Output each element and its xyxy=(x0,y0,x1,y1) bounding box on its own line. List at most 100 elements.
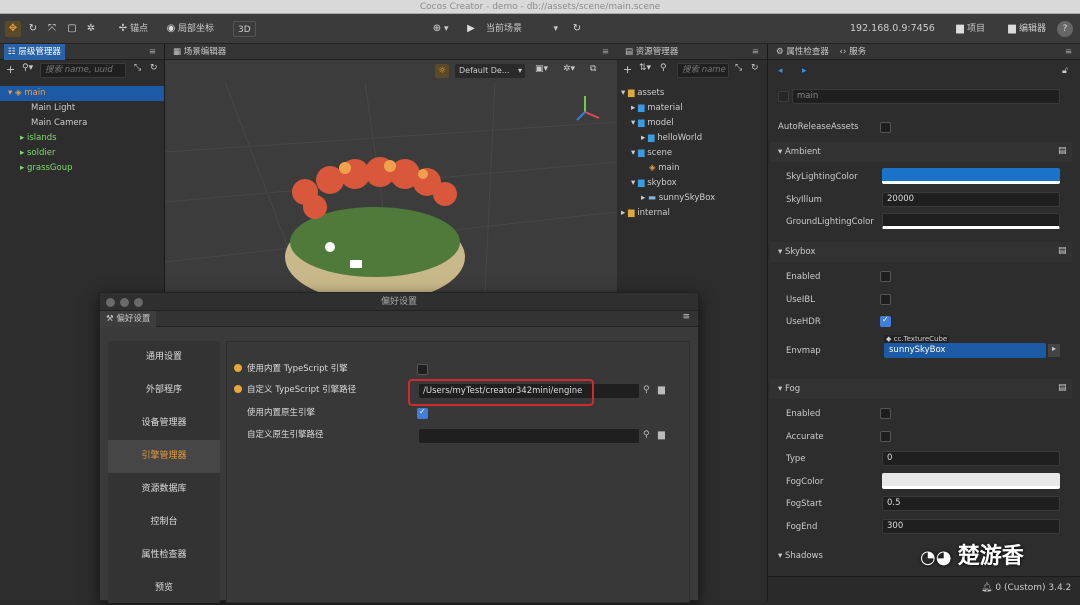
add-icon[interactable]: + xyxy=(623,63,632,76)
editor-button[interactable]: ▆ 编辑器 xyxy=(1005,21,1046,37)
rect-tool-icon[interactable]: ▢ xyxy=(65,21,79,37)
folder-icon[interactable]: ▆ xyxy=(658,385,665,395)
asset-material[interactable]: ▸ ▆ material xyxy=(631,101,683,116)
nav-general[interactable]: 通用设置 xyxy=(108,341,220,374)
menu-icon[interactable]: ≡ xyxy=(682,312,690,322)
fog-type-input[interactable]: 0 xyxy=(882,451,1060,466)
menu-icon[interactable]: ≡ xyxy=(752,44,759,60)
mode-3d-button[interactable]: 3D xyxy=(233,21,256,37)
assets-tab[interactable]: ▤ 资源管理器 xyxy=(621,44,682,60)
notification-count[interactable]: 🔔︎ 0 xyxy=(981,583,1001,593)
collapse-icon[interactable]: ⤡ xyxy=(735,63,742,73)
fog-start-input[interactable]: 0.5 xyxy=(882,496,1060,511)
move-tool-icon[interactable]: ✥ xyxy=(5,21,21,37)
forward-arrow-icon[interactable]: ▸ xyxy=(802,66,807,76)
asset-scene[interactable]: ▾ ▆ scene xyxy=(631,146,672,161)
scale-tool-icon[interactable]: ⤧ xyxy=(45,21,59,37)
nav-console[interactable]: 控制台 xyxy=(108,506,220,539)
tree-node-soldier[interactable]: ▸ soldier xyxy=(20,146,55,161)
platform-select[interactable]: ⊕ ▾ xyxy=(430,21,449,37)
play-button[interactable]: ▶ xyxy=(464,21,478,37)
tree-node-main-camera[interactable]: Main Camera xyxy=(31,116,87,131)
fog-color-swatch[interactable] xyxy=(882,473,1060,489)
tree-node-main[interactable]: ▾ ◈ main xyxy=(0,86,164,101)
nav-engine-manager[interactable]: 引擎管理器 xyxy=(108,440,220,473)
use-builtin-ts-checkbox[interactable] xyxy=(417,364,428,375)
ground-color-swatch[interactable] xyxy=(882,213,1060,229)
rotate-tool-icon[interactable]: ↻ xyxy=(26,21,40,37)
tree-node-main-light[interactable]: Main Light xyxy=(31,101,75,116)
fog-accurate-checkbox[interactable] xyxy=(880,431,891,442)
fog-end-input[interactable]: 300 xyxy=(882,519,1060,534)
menu-icon[interactable]: ≡ xyxy=(602,44,609,60)
refresh-icon[interactable]: ↻ xyxy=(751,63,759,73)
nav-preview[interactable]: 预览 xyxy=(108,572,220,605)
search-icon[interactable]: ⚲▾ xyxy=(22,63,33,73)
use-hdr-checkbox[interactable] xyxy=(880,315,891,327)
node-name-input[interactable]: main xyxy=(792,89,1060,104)
node-active-checkbox[interactable] xyxy=(778,91,789,102)
sky-illum-input[interactable]: 20000 xyxy=(882,192,1060,207)
auto-release-checkbox[interactable] xyxy=(880,122,891,133)
asset-helloworld[interactable]: ▸ ▆ helloWorld xyxy=(641,131,702,146)
envmap-asset-field[interactable]: sunnySkyBox xyxy=(884,343,1046,358)
book-icon[interactable]: ▤ xyxy=(1058,246,1067,256)
asset-main-scene[interactable]: ◈ main xyxy=(649,161,680,176)
refresh-icon[interactable]: ↻ xyxy=(150,63,158,73)
local-coord-toggle[interactable]: ◉ 局部坐标 xyxy=(164,21,214,37)
collapse-icon[interactable]: ⤡ xyxy=(134,63,141,73)
preview-ip[interactable]: 192.168.0.9:7456 xyxy=(850,21,935,37)
minimize-window-button[interactable] xyxy=(120,298,129,307)
scene-select[interactable]: 当前场景 ▾ xyxy=(486,21,562,37)
gear-icon[interactable]: ✲▾ xyxy=(563,64,575,74)
help-icon[interactable]: ? xyxy=(1057,21,1073,37)
inspector-tab[interactable]: ⚙ 属性检查器 xyxy=(772,44,833,60)
book-icon[interactable]: ▤ xyxy=(1058,383,1067,393)
nav-inspector[interactable]: 属性检查器 xyxy=(108,539,220,572)
maximize-window-button[interactable] xyxy=(134,298,143,307)
lock-icon[interactable]: 🔓︎ xyxy=(1062,66,1068,76)
transform-tool-icon[interactable]: ✲ xyxy=(84,21,98,37)
add-icon[interactable]: + xyxy=(6,63,15,76)
use-ibl-checkbox[interactable] xyxy=(880,294,891,305)
asset-internal[interactable]: ▸ ▆ internal xyxy=(621,206,670,221)
close-window-button[interactable] xyxy=(106,298,115,307)
search-icon[interactable]: ⚲ xyxy=(643,430,650,440)
hierarchy-search-input[interactable]: 搜索 name, uuid xyxy=(40,63,126,78)
sun-icon[interactable]: ☼ xyxy=(435,64,449,78)
assets-search-input[interactable]: 搜索 name xyxy=(677,63,729,78)
book-icon[interactable]: ▤ xyxy=(1058,146,1067,156)
asset-model[interactable]: ▾ ▆ model xyxy=(631,116,674,131)
service-tab[interactable]: ‹› 服务 xyxy=(836,44,871,60)
project-button[interactable]: ▆ 项目 xyxy=(953,21,985,37)
anchor-toggle[interactable]: ✢ 锚点 xyxy=(116,21,148,37)
search-icon[interactable]: ⚲ xyxy=(643,385,650,395)
folder-icon[interactable]: ▆ xyxy=(658,430,665,440)
camera-mode-select[interactable]: Default De... ▾ xyxy=(455,64,525,78)
use-builtin-native-checkbox[interactable] xyxy=(417,407,428,419)
tree-node-islands[interactable]: ▸ islands xyxy=(20,131,57,146)
sky-color-swatch[interactable] xyxy=(882,168,1060,184)
menu-icon[interactable]: ≡ xyxy=(1065,44,1072,60)
asset-assets[interactable]: ▾ ▆ assets xyxy=(621,86,664,101)
asset-skybox[interactable]: ▾ ▆ skybox xyxy=(631,176,677,191)
fog-enabled-checkbox[interactable] xyxy=(880,408,891,419)
skybox-enabled-checkbox[interactable] xyxy=(880,271,891,282)
image-icon[interactable]: ▣▾ xyxy=(535,64,548,74)
search-icon[interactable]: ⚲ xyxy=(660,63,667,73)
refresh-icon[interactable]: ↻ xyxy=(570,21,584,37)
scene-tab[interactable]: ▦ 场景编辑器 xyxy=(169,44,230,60)
nav-device-manager[interactable]: 设备管理器 xyxy=(108,407,220,440)
scene-viewport[interactable] xyxy=(165,82,617,292)
shadows-title[interactable]: ▾ Shadows xyxy=(778,551,823,561)
prefs-tab[interactable]: ⚒ 偏好设置 xyxy=(100,311,157,327)
maximize-icon[interactable]: ⧉ xyxy=(590,64,596,74)
nav-external-programs[interactable]: 外部程序 xyxy=(108,374,220,407)
locate-asset-icon[interactable]: ▸ xyxy=(1048,344,1060,357)
asset-sunnyskybox[interactable]: ▸ ▬ sunnySkyBox xyxy=(641,191,715,206)
tree-node-grassgoup[interactable]: ▸ grassGoup xyxy=(20,161,73,176)
hierarchy-tab[interactable]: ☷ 层级管理器 xyxy=(4,44,65,60)
custom-native-path-input[interactable] xyxy=(418,428,640,444)
sort-icon[interactable]: ⇅▾ xyxy=(639,63,651,73)
menu-icon[interactable]: ≡ xyxy=(149,44,156,60)
